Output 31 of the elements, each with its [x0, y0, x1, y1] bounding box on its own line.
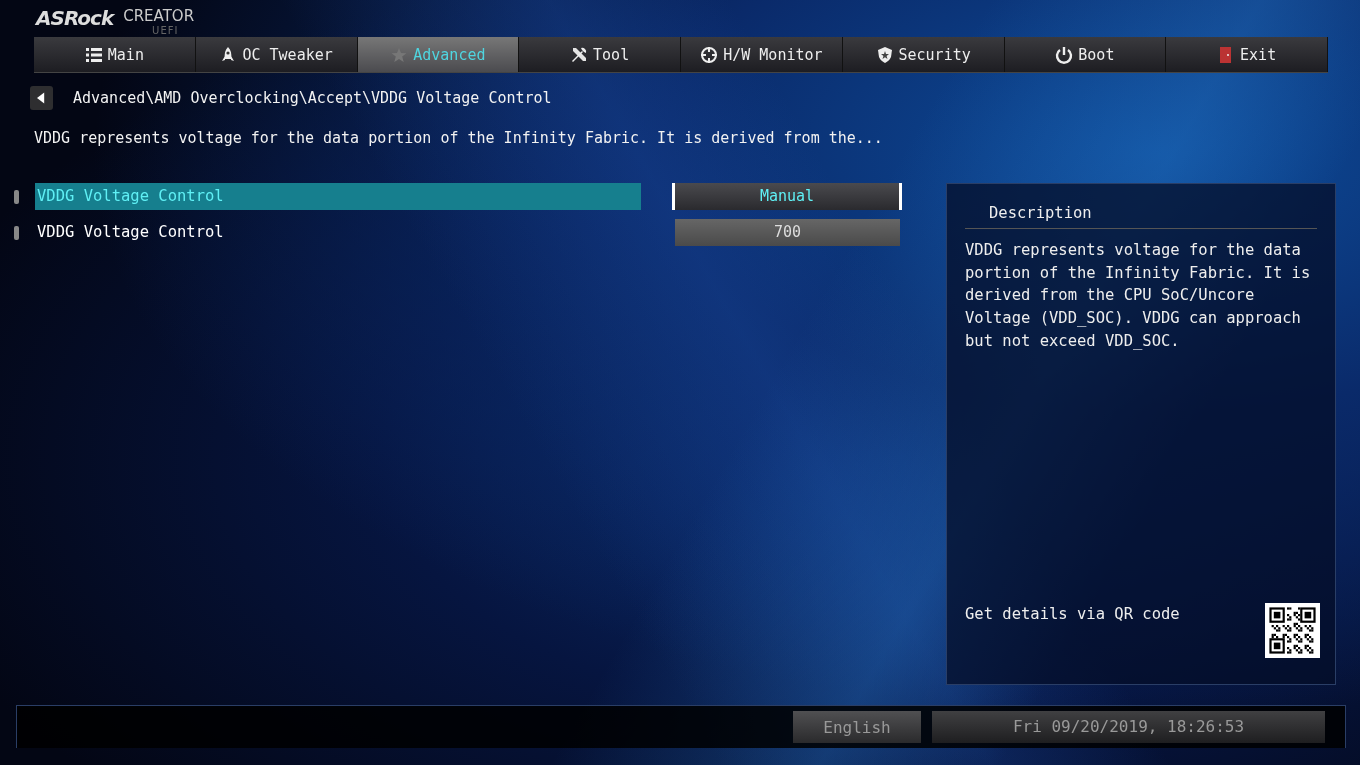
setting-item[interactable]: VDDG Voltage Control [35, 219, 641, 246]
tab[interactable]: OC Tweaker [195, 37, 358, 72]
row-marker-icon [14, 225, 19, 240]
tab[interactable]: Tool [519, 37, 681, 72]
tab[interactable]: Main [34, 37, 196, 72]
brand-logo: ASRock [36, 6, 114, 30]
back-button[interactable] [30, 85, 53, 110]
tab[interactable]: Boot [1004, 37, 1167, 72]
date-time-display: Fri 09/20/2019, 18:26:53 [932, 711, 1325, 743]
description-title: Description [965, 204, 1317, 229]
row-marker-icon [14, 189, 19, 204]
value-field[interactable]: 700 [675, 219, 900, 246]
language-button[interactable]: English [793, 711, 921, 743]
power-icon [1055, 45, 1074, 64]
list-icon [84, 45, 103, 64]
edition-label: CREATOR [123, 7, 195, 25]
qr-code [1265, 603, 1320, 658]
tab[interactable]: Security [842, 37, 1005, 72]
description-text: VDDG represents voltage for the data portion of the Infinity Fabric. It is derived from the CPU SoC/Uncore Voltage (VDD_SOC). VDDG can approach but not exceed VDD_SOC. [965, 240, 1312, 352]
option-button[interactable]: Manual [672, 183, 902, 210]
uefi-label: UEFI [152, 25, 179, 37]
shield-icon [875, 45, 894, 64]
tab[interactable]: Exit [1166, 37, 1328, 72]
tab[interactable]: H/W Monitor [681, 37, 843, 72]
back-arrow-icon [37, 91, 46, 104]
crosshair-icon [700, 45, 719, 64]
help-text: VDDG represents voltage for the data portion of the Infinity Fabric. It is derived from the... [34, 129, 884, 147]
breadcrumb-path: Advanced\AMD Overclocking\Accept\VDDG Voltage Control [73, 88, 552, 107]
qr-caption: Get details via QR code [965, 605, 1180, 623]
tab[interactable]: Advanced [357, 37, 520, 72]
tools-icon [570, 45, 589, 64]
